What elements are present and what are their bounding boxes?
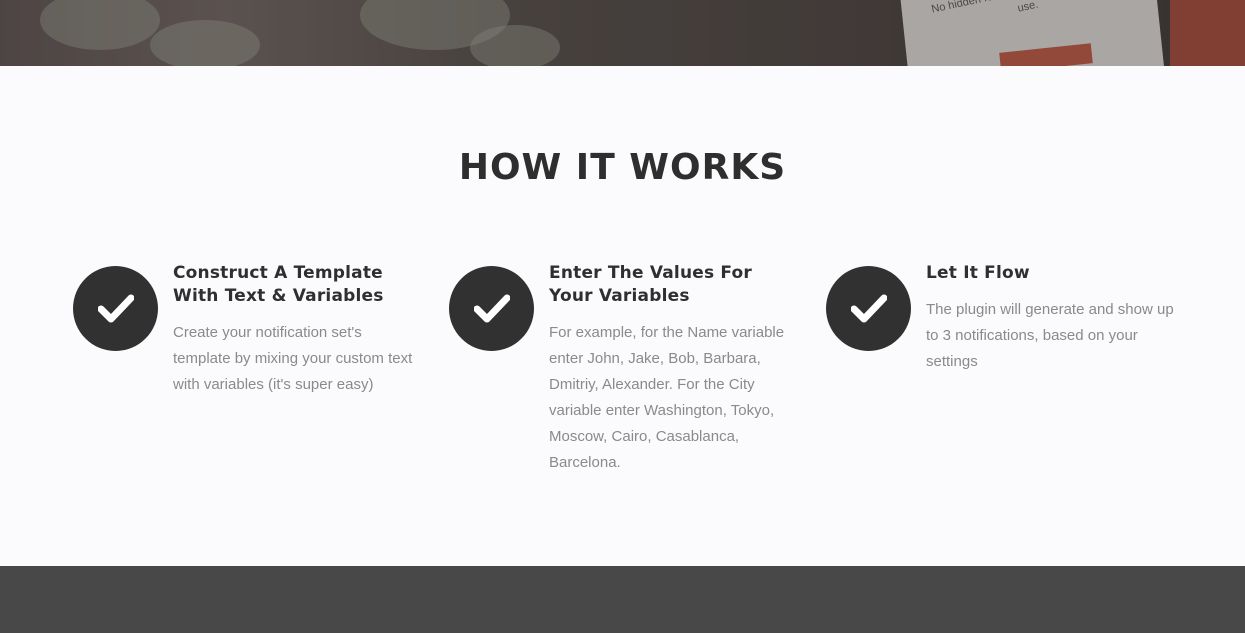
- hero-overlay: [0, 0, 1245, 66]
- footer-band: [0, 566, 1245, 633]
- check-icon: [826, 266, 911, 351]
- check-icon: [449, 266, 534, 351]
- step-heading: Let It Flow: [926, 263, 1030, 283]
- check-icon: [73, 266, 158, 351]
- section-title: HOW IT WORKS: [458, 147, 787, 188]
- step-description: The plugin will generate and show up to …: [926, 301, 1174, 370]
- checkmark-glyph: [850, 294, 887, 322]
- step-heading: Enter The Values For Your Variables: [549, 263, 753, 306]
- step-description: For example, for the Name variable enter…: [549, 324, 785, 471]
- hero-image-strip: No hidden fees. No pressure. Personal us…: [0, 0, 1245, 66]
- step-description: Create your notification set's template …: [173, 324, 413, 393]
- checkmark-glyph: [97, 294, 134, 322]
- step-heading: Construct A Template With Text & Variabl…: [173, 263, 384, 306]
- checkmark-glyph: [473, 294, 510, 322]
